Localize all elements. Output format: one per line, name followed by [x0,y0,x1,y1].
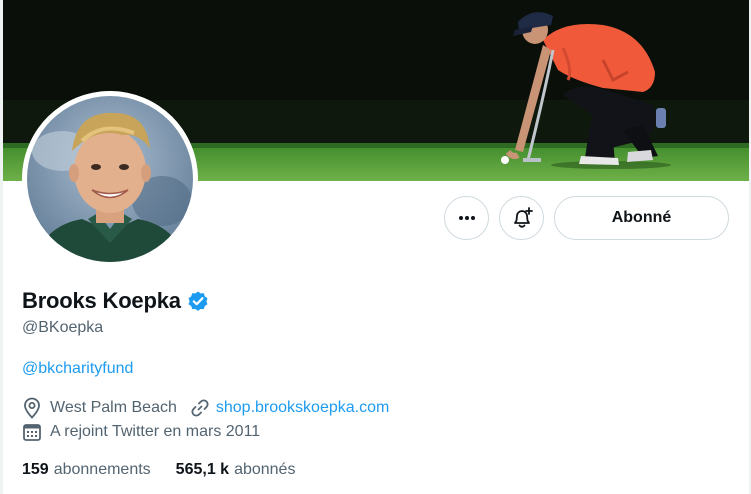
location-icon [22,397,42,419]
bio-mention-link[interactable]: @bkcharityfund [22,360,133,378]
name-row: Brooks Koepka [22,288,210,314]
followers-count: 565,1 k [175,461,230,478]
link-icon [190,398,210,418]
notifications-button[interactable] [499,196,544,240]
followers-label: abonnés [234,461,296,478]
follow-stats: 159 abonnements 565,1 k abonnés [22,461,295,479]
following-button[interactable]: Abonné [554,196,729,240]
verified-badge-icon[interactable] [186,289,210,313]
profile-meta-row: West Palm Beach shop.brookskoepka.com [22,397,389,419]
calendar-icon [22,422,42,442]
joined-row: A rejoint Twitter en mars 2011 [22,422,260,442]
followers-stat-link[interactable]: 565,1 k abonnés [176,461,296,479]
following-count: 159 [22,461,49,478]
more-options-button[interactable] [444,196,489,240]
following-button-label: Abonné [611,209,672,226]
following-label: abonnements [53,461,151,478]
website-link[interactable]: shop.brookskoepka.com [216,399,389,417]
following-stat-link[interactable]: 159 abonnements [22,461,151,479]
more-dots-icon [457,208,477,228]
joined-date-text: A rejoint Twitter en mars 2011 [50,423,261,440]
bell-plus-icon [510,206,534,230]
profile-avatar[interactable] [22,91,198,267]
display-name: Brooks Koepka [22,288,181,313]
location-text: West Palm Beach [50,399,177,416]
user-handle: @BKoepka [22,319,104,336]
